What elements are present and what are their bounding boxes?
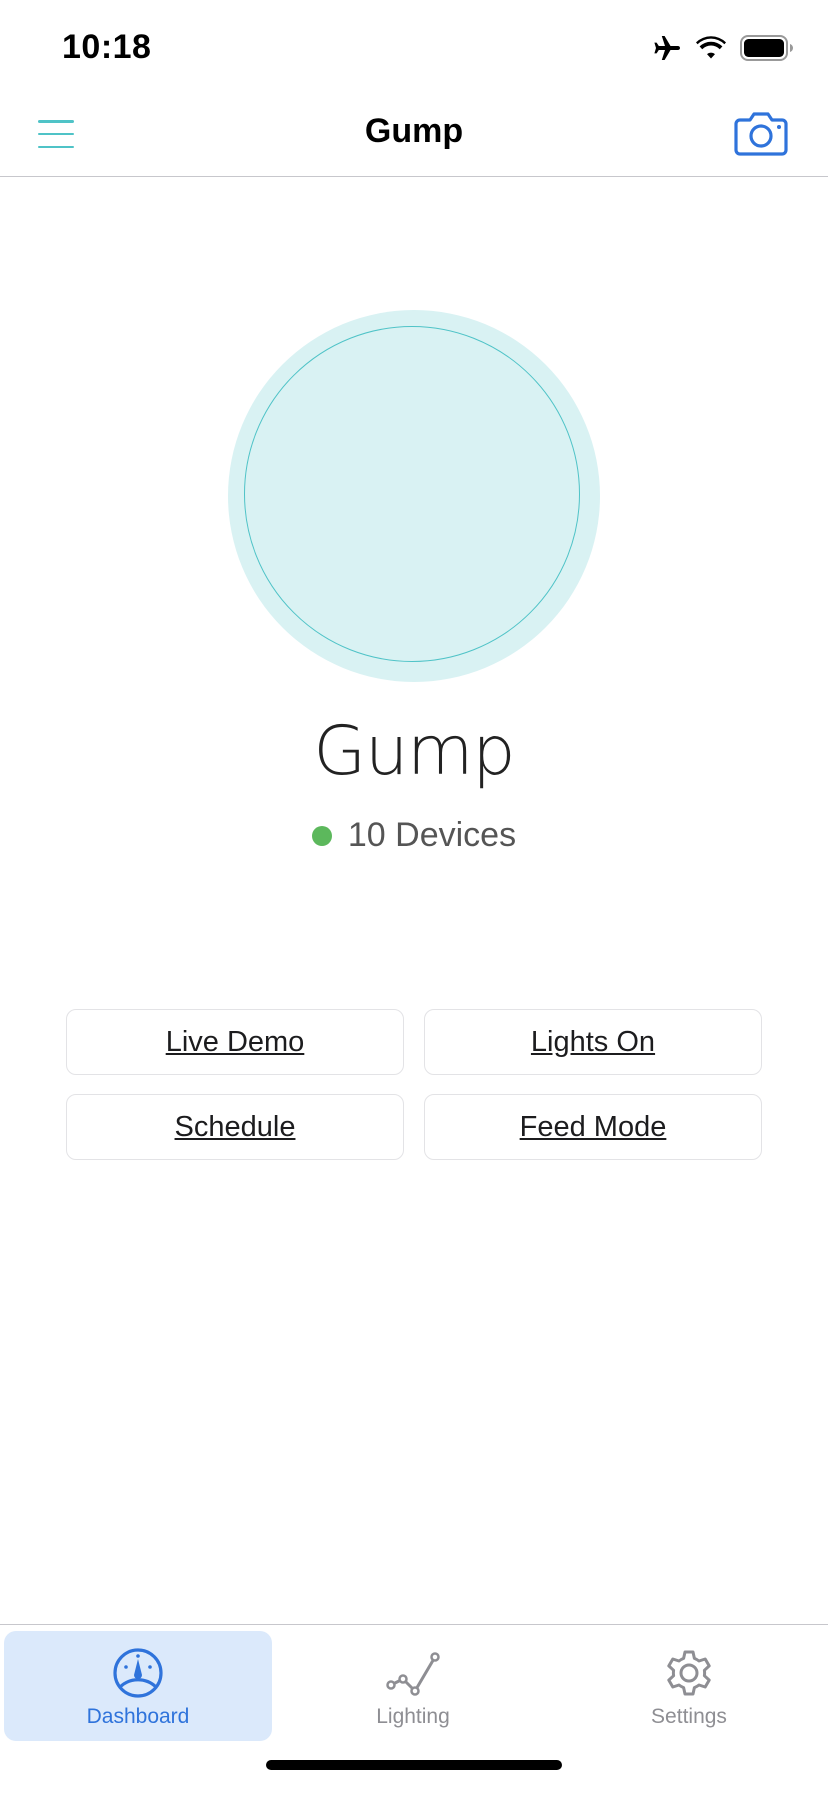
status-bar: 10:18 [0,0,828,96]
wifi-icon [696,36,726,59]
line-chart-icon [386,1652,440,1696]
gear-icon [667,1650,711,1696]
home-indicator[interactable] [266,1760,562,1770]
tab-lighting-label: Lighting [376,1705,450,1728]
page-title: Gump [364,112,464,150]
navigation-bar: Gump [0,96,828,177]
battery-icon [740,35,793,61]
live-demo-button[interactable]: Live Demo [66,1009,404,1075]
tab-settings[interactable]: Settings [554,1631,824,1741]
dashboard-gauge-icon [113,1648,163,1698]
quick-actions: Live Demo Lights On Schedule Feed Mode [66,1009,762,1160]
status-time: 10:18 [62,28,152,66]
lights-on-button[interactable]: Lights On [424,1009,762,1075]
tab-dashboard-label: Dashboard [86,1705,190,1728]
airplane-icon [654,36,680,60]
status-icons [652,34,794,62]
device-count: 10 Devices [347,816,517,854]
tab-dashboard[interactable]: Dashboard [4,1631,272,1741]
tab-settings-label: Settings [651,1705,727,1728]
schedule-button[interactable]: Schedule [66,1094,404,1160]
profile-name: Gump [313,712,515,791]
avatar[interactable] [228,310,600,682]
online-status-dot [311,825,332,846]
tab-lighting[interactable]: Lighting [278,1631,548,1741]
avatar-inner-ring [244,326,580,662]
device-status: 10 Devices [0,816,828,855]
camera-icon[interactable] [734,110,788,156]
feed-mode-button[interactable]: Feed Mode [424,1094,762,1160]
